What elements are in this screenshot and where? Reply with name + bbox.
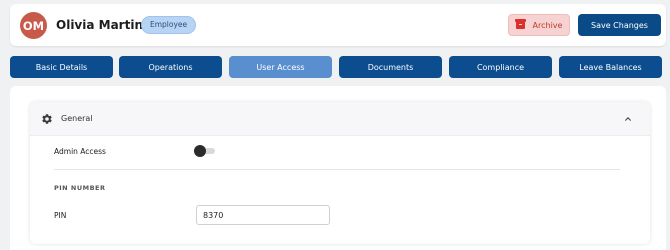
pin-section-title: PIN NUMBER bbox=[54, 184, 106, 192]
avatar: OM bbox=[20, 12, 47, 39]
section-title: General bbox=[61, 114, 93, 123]
tab-compliance[interactable]: Compliance bbox=[449, 56, 552, 78]
archive-icon bbox=[514, 19, 526, 29]
tab-user-access[interactable]: User Access bbox=[229, 56, 332, 78]
tab-documents[interactable]: Documents bbox=[339, 56, 442, 78]
general-section: General Admin Access PIN NUMBER PIN bbox=[30, 102, 650, 244]
toggle-knob bbox=[194, 145, 206, 157]
archive-label: Archive bbox=[532, 20, 563, 30]
tab-operations[interactable]: Operations bbox=[119, 56, 222, 78]
pin-input[interactable] bbox=[196, 205, 330, 225]
chevron-up-icon[interactable] bbox=[624, 115, 632, 123]
tab-basic-details[interactable]: Basic Details bbox=[10, 56, 113, 78]
admin-access-label: Admin Access bbox=[54, 147, 106, 156]
tab-leave-balances[interactable]: Leave Balances bbox=[559, 56, 662, 78]
pin-label: PIN bbox=[54, 211, 67, 220]
admin-access-toggle[interactable] bbox=[194, 145, 216, 157]
gear-icon bbox=[42, 114, 52, 124]
main-panel: General Admin Access PIN NUMBER PIN bbox=[10, 86, 666, 250]
save-changes-button[interactable]: Save Changes bbox=[578, 14, 661, 36]
divider bbox=[54, 169, 620, 170]
archive-button[interactable]: Archive bbox=[508, 14, 570, 36]
role-badge: Employee bbox=[141, 16, 197, 34]
employee-name: Olivia Martin bbox=[56, 18, 143, 32]
section-header[interactable]: General bbox=[30, 102, 650, 136]
employee-header: OM Olivia Martin Employee Archive Save C… bbox=[10, 4, 666, 46]
